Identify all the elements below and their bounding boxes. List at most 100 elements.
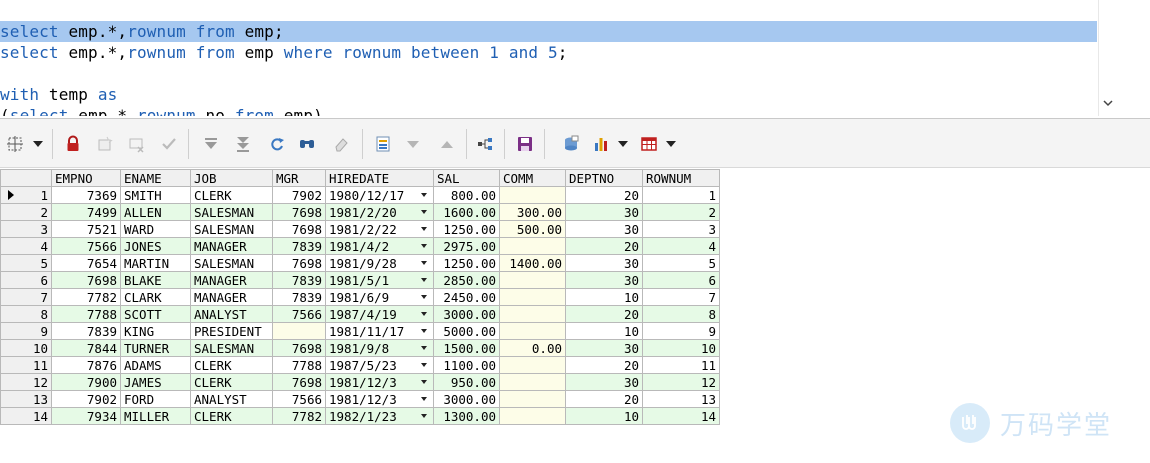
column-header[interactable]: ROWNUM — [642, 169, 720, 187]
date-dropdown-icon[interactable] — [421, 312, 427, 316]
cell-rownum[interactable]: 3 — [642, 220, 720, 238]
cell-ename[interactable]: TURNER — [120, 339, 191, 357]
cell-ename[interactable]: FORD — [120, 390, 191, 408]
cell-rownum[interactable]: 4 — [642, 237, 720, 255]
cell-sal[interactable]: 1300.00 — [433, 407, 500, 425]
row-number[interactable]: 4 — [0, 237, 52, 255]
cell-ename[interactable]: JAMES — [120, 373, 191, 391]
cell-sal[interactable]: 5000.00 — [433, 322, 500, 340]
column-header[interactable]: DEPTNO — [565, 169, 643, 187]
cell-comm[interactable] — [499, 390, 566, 408]
cell-job[interactable]: CLERK — [190, 373, 273, 391]
cell-deptno[interactable]: 30 — [565, 203, 643, 221]
editor-vertical-scrollbar[interactable] — [1098, 0, 1150, 116]
cell-deptno[interactable]: 30 — [565, 339, 643, 357]
export-tree-icon[interactable] — [474, 133, 496, 155]
table-row[interactable]: 2 7499 ALLEN SALESMAN 7698 1981/2/20 1600.00 30… — [0, 203, 720, 221]
cell-ename[interactable]: BLAKE — [120, 271, 191, 289]
row-number[interactable]: 1 — [0, 186, 52, 204]
cell-hiredate[interactable]: 1981/12/3 — [325, 390, 434, 408]
column-header[interactable]: ENAME — [120, 169, 191, 187]
cell-empno[interactable]: 7844 — [51, 339, 121, 357]
cell-empno[interactable]: 7566 — [51, 237, 121, 255]
row-indicator-header[interactable] — [0, 169, 52, 187]
cell-deptno[interactable]: 30 — [565, 373, 643, 391]
cell-rownum[interactable]: 13 — [642, 390, 720, 408]
cell-job[interactable]: ANALYST — [190, 390, 273, 408]
cell-empno[interactable]: 7934 — [51, 407, 121, 425]
cell-rownum[interactable]: 9 — [642, 322, 720, 340]
cell-empno[interactable]: 7876 — [51, 356, 121, 374]
code-line[interactable]: (select emp.*,rownum no from emp) — [0, 105, 323, 116]
cell-mgr[interactable]: 7788 — [272, 356, 326, 374]
cell-mgr[interactable]: 7782 — [272, 407, 326, 425]
cell-comm[interactable] — [499, 271, 566, 289]
code-line[interactable]: with temp as — [0, 84, 117, 105]
delete-record-icon[interactable] — [126, 133, 148, 155]
cell-hiredate[interactable]: 1982/1/23 — [325, 407, 434, 425]
fetch-all-icon[interactable] — [232, 133, 254, 155]
cell-ename[interactable]: KING — [120, 322, 191, 340]
row-number[interactable]: 11 — [0, 356, 52, 374]
date-dropdown-icon[interactable] — [421, 346, 427, 350]
row-number[interactable]: 6 — [0, 271, 52, 289]
cell-hiredate[interactable]: 1981/9/8 — [325, 339, 434, 357]
date-dropdown-icon[interactable] — [421, 329, 427, 333]
cell-ename[interactable]: ALLEN — [120, 203, 191, 221]
date-dropdown-icon[interactable] — [421, 193, 427, 197]
row-number[interactable]: 9 — [0, 322, 52, 340]
cell-empno[interactable]: 7698 — [51, 271, 121, 289]
date-dropdown-icon[interactable] — [421, 244, 427, 248]
date-dropdown-icon[interactable] — [421, 261, 427, 265]
date-dropdown-icon[interactable] — [421, 278, 427, 282]
code-line[interactable]: select emp.*,rownum from emp where rownu… — [0, 42, 568, 63]
sql-editor[interactable]: select emp.*,rownum from emp; select emp.… — [0, 0, 1150, 116]
cell-hiredate[interactable]: 1980/12/17 — [325, 186, 434, 204]
cell-comm[interactable] — [499, 305, 566, 323]
table-row[interactable]: 10 7844 TURNER SALESMAN 7698 1981/9/8 1500.00 0… — [0, 339, 720, 357]
cell-sal[interactable]: 2450.00 — [433, 288, 500, 306]
cell-deptno[interactable]: 20 — [565, 390, 643, 408]
query-by-example-icon[interactable] — [560, 133, 582, 155]
chart-icon[interactable] — [590, 133, 612, 155]
new-record-icon[interactable] — [94, 133, 116, 155]
date-dropdown-icon[interactable] — [421, 295, 427, 299]
cell-hiredate[interactable]: 1981/2/22 — [325, 220, 434, 238]
cell-deptno[interactable]: 30 — [565, 271, 643, 289]
cell-job[interactable]: MANAGER — [190, 288, 273, 306]
export-table-icon[interactable] — [638, 133, 660, 155]
cell-job[interactable]: SALESMAN — [190, 203, 273, 221]
cell-hiredate[interactable]: 1981/12/3 — [325, 373, 434, 391]
cell-hiredate[interactable]: 1981/11/17 — [325, 322, 434, 340]
cell-rownum[interactable]: 10 — [642, 339, 720, 357]
refresh-icon[interactable] — [266, 133, 288, 155]
row-number[interactable]: 12 — [0, 373, 52, 391]
cell-ename[interactable]: CLARK — [120, 288, 191, 306]
cell-comm[interactable]: 300.00 — [499, 203, 566, 221]
clear-icon[interactable] — [330, 133, 352, 155]
row-number[interactable]: 2 — [0, 203, 52, 221]
cell-job[interactable]: SALESMAN — [190, 339, 273, 357]
date-dropdown-icon[interactable] — [421, 414, 427, 418]
cell-job[interactable]: MANAGER — [190, 271, 273, 289]
cell-job[interactable]: CLERK — [190, 186, 273, 204]
cell-deptno[interactable]: 20 — [565, 237, 643, 255]
cell-rownum[interactable]: 14 — [642, 407, 720, 425]
cell-sal[interactable]: 1250.00 — [433, 254, 500, 272]
cell-comm[interactable] — [499, 322, 566, 340]
column-header[interactable]: MGR — [272, 169, 326, 187]
cell-job[interactable]: SALESMAN — [190, 254, 273, 272]
column-header[interactable]: HIREDATE — [325, 169, 434, 187]
date-dropdown-icon[interactable] — [421, 210, 427, 214]
cell-mgr[interactable]: 7698 — [272, 339, 326, 357]
row-number[interactable]: 5 — [0, 254, 52, 272]
row-number[interactable]: 3 — [0, 220, 52, 238]
row-number[interactable]: 13 — [0, 390, 52, 408]
cell-job[interactable]: CLERK — [190, 407, 273, 425]
table-row[interactable]: 3 7521 WARD SALESMAN 7698 1981/2/22 1250.00 500… — [0, 220, 720, 238]
cell-hiredate[interactable]: 1987/5/23 — [325, 356, 434, 374]
cell-rownum[interactable]: 6 — [642, 271, 720, 289]
cell-ename[interactable]: JONES — [120, 237, 191, 255]
cell-mgr[interactable]: 7698 — [272, 220, 326, 238]
table-row[interactable]: 7 7782 CLARK MANAGER 7839 1981/6/9 2450.00 10 7 — [0, 288, 720, 306]
